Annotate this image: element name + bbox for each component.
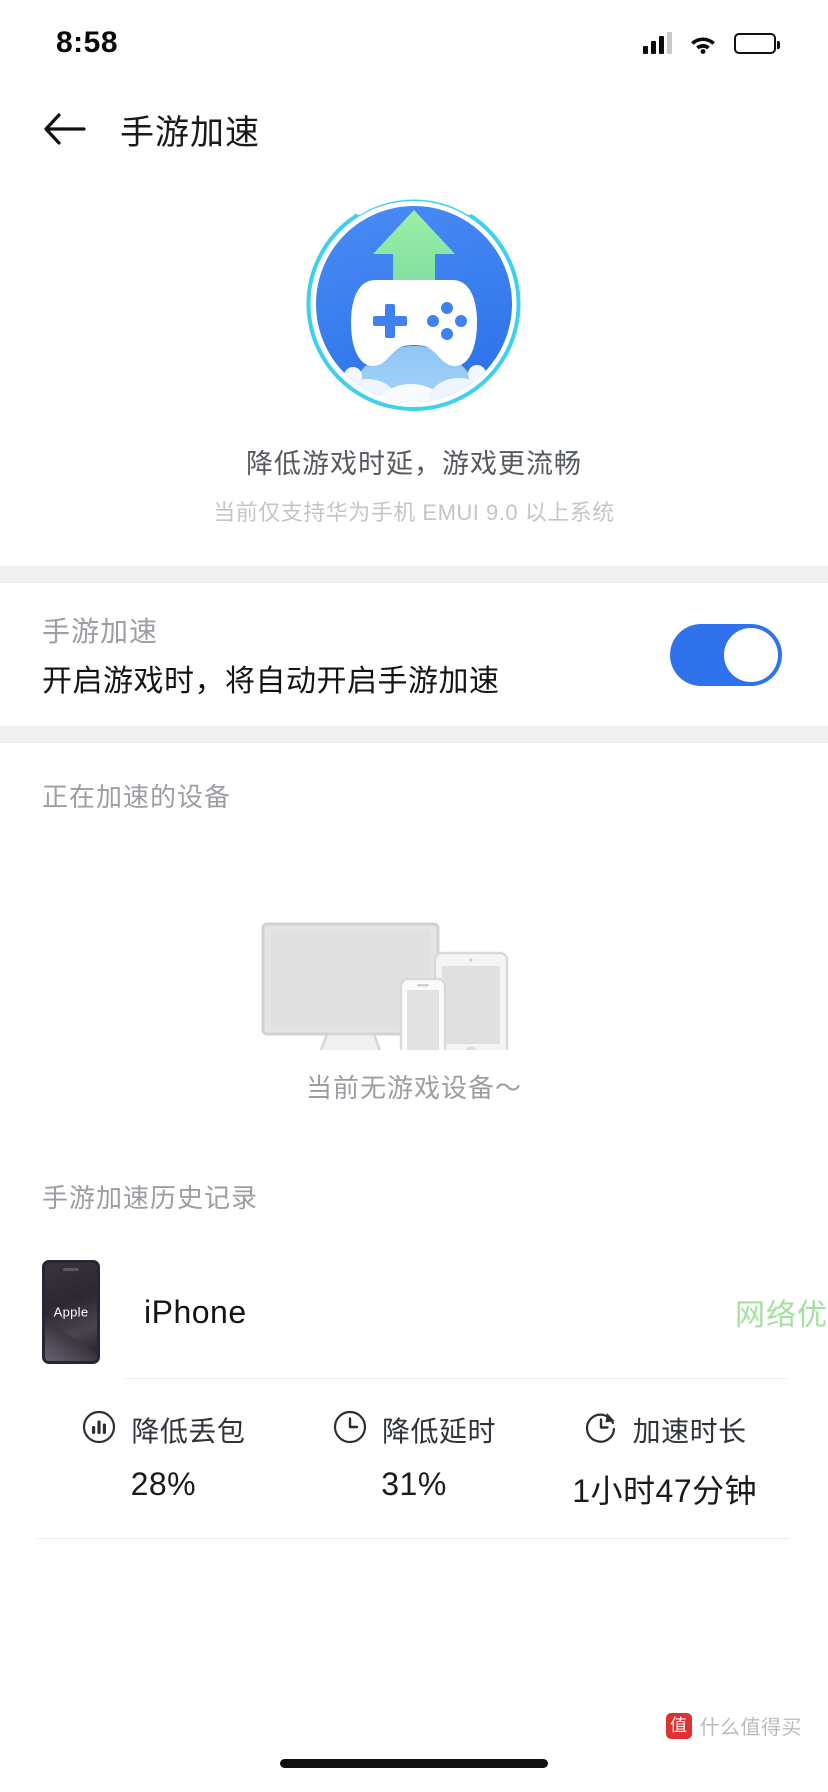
battery-icon [734,32,780,54]
status-bar-icons [643,32,780,54]
stat-value: 1小时47分钟 [572,1473,758,1509]
game-boost-gamepad-icon [289,176,539,426]
toggle-title: 手游加速 [42,615,159,647]
thumbnail-wallpaper [45,1327,97,1361]
hero-section: 降低游戏时延，游戏更流畅 当前仅支持华为手机 EMUI 9.0 以上系统 [0,176,828,566]
stat-head: 加速时长 [583,1409,747,1450]
wifi-icon [688,32,718,54]
section-divider-top [0,566,828,583]
stat-latency: 降低延时 31% [289,1409,540,1512]
clock-icon [332,1409,368,1450]
history-card: Apple iPhone 网络优 降低丢包 28% 降低延时 31% 加速时长 … [0,1254,828,1539]
game-boost-switch[interactable] [670,623,782,686]
watermark: 值 什么值得买 [665,1711,803,1740]
devices-monitor-tablet-phone-icon [249,920,579,1065]
status-bar-clock: 8:58 [56,26,119,59]
stat-value: 31% [381,1466,447,1502]
game-boost-toggle-row[interactable]: 手游加速 开启游戏时，将自动开启手游加速 [0,583,828,726]
watermark-text: 什么值得买 [699,1717,802,1739]
status-bar: 8:58 [0,0,828,86]
toggle-description: 开启游戏时，将自动开启手游加速 [42,664,500,698]
app-screen: 8:58 手游加速 降低游戏时延，游戏更流畅 当前仅支持华为手机 EMUI 9.… [0,0,828,1792]
stat-value: 28% [130,1466,197,1502]
switch-knob [724,627,778,682]
back-arrow-icon[interactable] [42,106,88,152]
watermark-badge: 值 [665,1712,692,1739]
stat-label: 降低延时 [382,1415,497,1447]
stat-head: 降低延时 [332,1409,496,1450]
devices-empty-text: 当前无游戏设备～ [305,1073,522,1103]
home-indicator[interactable] [280,1759,548,1768]
device-thumbnail-icon: Apple [42,1260,100,1364]
section-divider-middle [0,726,828,743]
history-status-badge: 网络优 [735,1299,828,1332]
toggle-texts: 手游加速 开启游戏时，将自动开启手游加速 [42,610,500,700]
hero-caption: 降低游戏时延，游戏更流畅 [246,449,582,479]
hero-subcaption: 当前仅支持华为手机 EMUI 9.0 以上系统 [213,500,615,525]
packet-loss-icon [81,1409,117,1450]
stat-label: 降低丢包 [131,1415,246,1447]
history-stats: 降低丢包 28% 降低延时 31% 加速时长 1小时47分钟 [38,1379,790,1512]
history-record-row[interactable]: Apple iPhone 网络优 [0,1254,828,1370]
stat-label: 加速时长 [632,1415,747,1447]
stat-head: 降低丢包 [81,1409,245,1450]
nav-bar: 手游加速 [0,86,828,172]
history-section-label: 手游加速历史记录 [42,1183,259,1213]
history-bottom-divider [38,1538,790,1539]
history-device-name: iPhone [144,1293,247,1330]
stat-duration: 加速时长 1小时47分钟 [539,1409,790,1512]
thumbnail-brand-label: Apple [53,1304,89,1320]
duration-icon [583,1409,619,1450]
signal-bars-icon [643,32,672,54]
stat-packet-loss: 降低丢包 28% [38,1409,289,1512]
page-title: 手游加速 [120,113,260,152]
thumbnail-notch [63,1268,79,1271]
devices-empty-state: 当前无游戏设备～ [0,920,828,1105]
devices-section-label: 正在加速的设备 [42,782,232,812]
